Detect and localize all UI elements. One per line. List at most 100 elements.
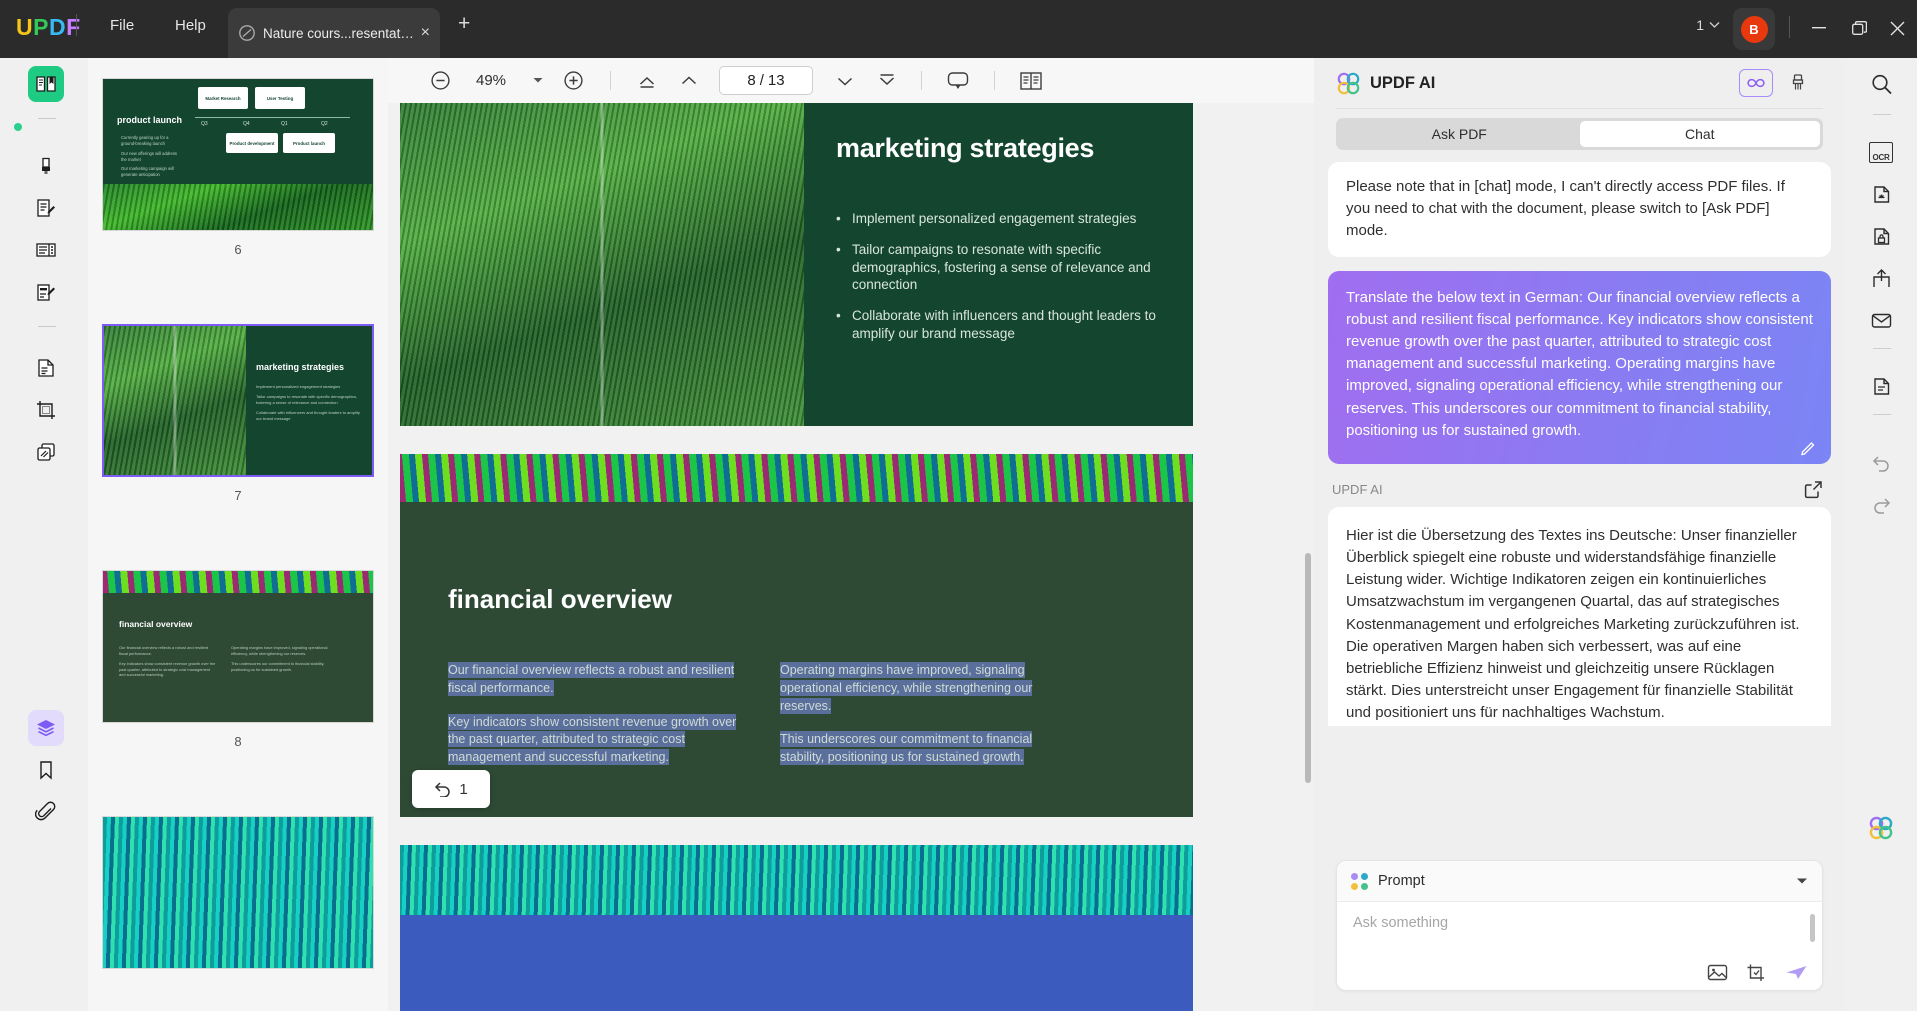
thumb6-q-2: Q1: [281, 121, 288, 127]
previous-page-icon[interactable]: [679, 71, 699, 91]
paragraph: Key indicators show consistent revenue g…: [448, 714, 740, 767]
undo-button[interactable]: [1863, 444, 1899, 480]
undo-toast[interactable]: 1: [412, 770, 490, 808]
page-number-input[interactable]: 8 / 13: [719, 66, 813, 95]
image-icon[interactable]: [1707, 963, 1728, 982]
tab-ask-pdf[interactable]: Ask PDF: [1339, 121, 1580, 147]
rrail-separator-2: [1873, 348, 1891, 349]
ai-mode-tabs[interactable]: Ask PDF Chat: [1336, 118, 1823, 150]
snip-icon[interactable]: [1746, 963, 1767, 982]
lock-document-icon: [1871, 226, 1892, 247]
next-page-icon[interactable]: [835, 71, 855, 91]
paragraph: Operating margins have improved, signali…: [780, 662, 1072, 715]
slide-marketing-strategies[interactable]: marketing strategies • Implement persona…: [400, 103, 1193, 426]
sidebar-item-crop[interactable]: [28, 392, 64, 428]
close-window-button[interactable]: [1882, 14, 1912, 42]
financial-right-column: Operating margins have improved, signali…: [780, 662, 1072, 783]
avatar[interactable]: B: [1733, 8, 1775, 50]
open-external-icon[interactable]: [1804, 480, 1823, 499]
sidebar-item-organize[interactable]: [28, 232, 64, 268]
composer-scrollbar[interactable]: [1810, 914, 1815, 942]
sidebar-item-layers[interactable]: [28, 710, 64, 746]
thumb6-q-1: Q4: [243, 121, 250, 127]
share-button[interactable]: [1863, 260, 1899, 296]
thumbnail-panel[interactable]: product launch Market Research User Test…: [88, 58, 388, 1011]
chevron-down-icon[interactable]: [1796, 877, 1808, 885]
search-button[interactable]: [1863, 66, 1899, 102]
ai-header-divider: [1336, 108, 1823, 109]
redo-button[interactable]: [1863, 486, 1899, 522]
prompt-selector[interactable]: Prompt: [1337, 861, 1822, 902]
ai-composer[interactable]: Prompt Ask something: [1336, 860, 1823, 991]
document-tab[interactable]: Nature cours...resentation* ×: [228, 8, 440, 58]
first-page-icon[interactable]: [637, 71, 657, 91]
slide-next-partial[interactable]: [400, 845, 1193, 1011]
zoom-in-icon[interactable]: [563, 70, 584, 91]
status-dot: [14, 123, 22, 131]
presentation-icon[interactable]: [946, 70, 970, 92]
thumb6-bullet-1: Our new offerings will address the marke…: [121, 151, 183, 164]
ai-input-area[interactable]: Ask something: [1337, 902, 1822, 991]
reading-mode-icon[interactable]: [1019, 71, 1043, 91]
window-zoom-selector[interactable]: 1: [1696, 17, 1720, 33]
close-icon[interactable]: ×: [421, 25, 430, 41]
thumb8-right-0: Operating margins have improved, signali…: [231, 645, 331, 657]
sidebar-item-form[interactable]: [28, 274, 64, 310]
zoom-out-icon[interactable]: [430, 70, 451, 91]
thumbnail-image: [102, 816, 374, 969]
updf-ai-flower-icon: [1336, 71, 1361, 96]
document-view[interactable]: marketing strategies • Implement persona…: [388, 103, 1314, 1011]
thumb6-bullet-2: Our marketing campaign will generate ant…: [121, 166, 183, 179]
email-button[interactable]: [1863, 302, 1899, 338]
ai-assistant-button[interactable]: [1863, 810, 1899, 846]
minimize-button[interactable]: [1804, 14, 1834, 42]
sidebar-item-attachment[interactable]: [28, 794, 64, 830]
slide-financial-overview[interactable]: financial overview Our financial overvie…: [400, 454, 1193, 817]
sidebar-item-pages[interactable]: [28, 434, 64, 470]
right-toolbar-rail: OCR: [1845, 58, 1917, 1011]
ocr-button[interactable]: OCR: [1863, 134, 1899, 170]
send-icon[interactable]: [1785, 963, 1808, 982]
assistant-message-actions: [1346, 725, 1813, 726]
menu-help[interactable]: Help: [165, 13, 216, 38]
thumbnail-page-8[interactable]: financial overview Our financial overvie…: [88, 570, 388, 749]
prompt-label: Prompt: [1378, 873, 1796, 889]
sidebar-item-bookmark[interactable]: [28, 752, 64, 788]
pencil-icon[interactable]: [1800, 439, 1817, 456]
thumbnail-page-7[interactable]: marketing strategies Implement personali…: [88, 324, 388, 503]
unlimited-mode-button[interactable]: [1739, 69, 1773, 97]
thumbnail-page-number: 6: [88, 242, 388, 257]
bullet-text: Implement personalized engagement strate…: [852, 210, 1136, 228]
last-page-icon[interactable]: [877, 71, 897, 91]
slide-financial-columns: Our financial overview reflects a robust…: [448, 662, 1148, 783]
assistant-label: UPDF AI: [1332, 482, 1383, 497]
page-current: 8: [747, 72, 755, 89]
avatar-initial: B: [1741, 16, 1768, 43]
sidebar-item-edit[interactable]: [28, 190, 64, 226]
sidebar-item-highlight[interactable]: [28, 148, 64, 184]
sidebar-item-reader[interactable]: [28, 66, 64, 102]
compress-button[interactable]: [1863, 176, 1899, 212]
sidebar-item-convert[interactable]: [28, 350, 64, 386]
layers-icon: [35, 717, 57, 739]
slide-leaf-image: [400, 103, 804, 426]
clear-chat-button[interactable]: [1781, 69, 1815, 97]
marker-icon: [35, 155, 57, 177]
chat-message-list[interactable]: Please note that in [chat] mode, I can't…: [1328, 162, 1831, 726]
ask-something-input[interactable]: Ask something: [1353, 915, 1806, 931]
batch-button[interactable]: [1863, 368, 1899, 404]
restore-icon[interactable]: [1844, 14, 1874, 42]
tab-chat[interactable]: Chat: [1580, 121, 1821, 147]
list-item: • Collaborate with influencers and thoug…: [836, 307, 1157, 343]
thumbnail-page-9[interactable]: [88, 816, 388, 969]
thumbnail-page-6[interactable]: product launch Market Research User Test…: [88, 78, 388, 257]
document-scrollbar[interactable]: [1305, 553, 1311, 783]
slide-title: financial overview: [448, 584, 672, 615]
menu-file[interactable]: File: [100, 13, 144, 38]
thumb8-left-1: Key indicators show consistent revenue g…: [119, 661, 217, 679]
chevron-down-icon[interactable]: [533, 77, 543, 84]
zoom-level-value[interactable]: 49%: [467, 72, 515, 89]
paperclip-icon: [35, 801, 57, 823]
new-tab-button[interactable]: +: [458, 13, 470, 34]
protect-button[interactable]: [1863, 218, 1899, 254]
